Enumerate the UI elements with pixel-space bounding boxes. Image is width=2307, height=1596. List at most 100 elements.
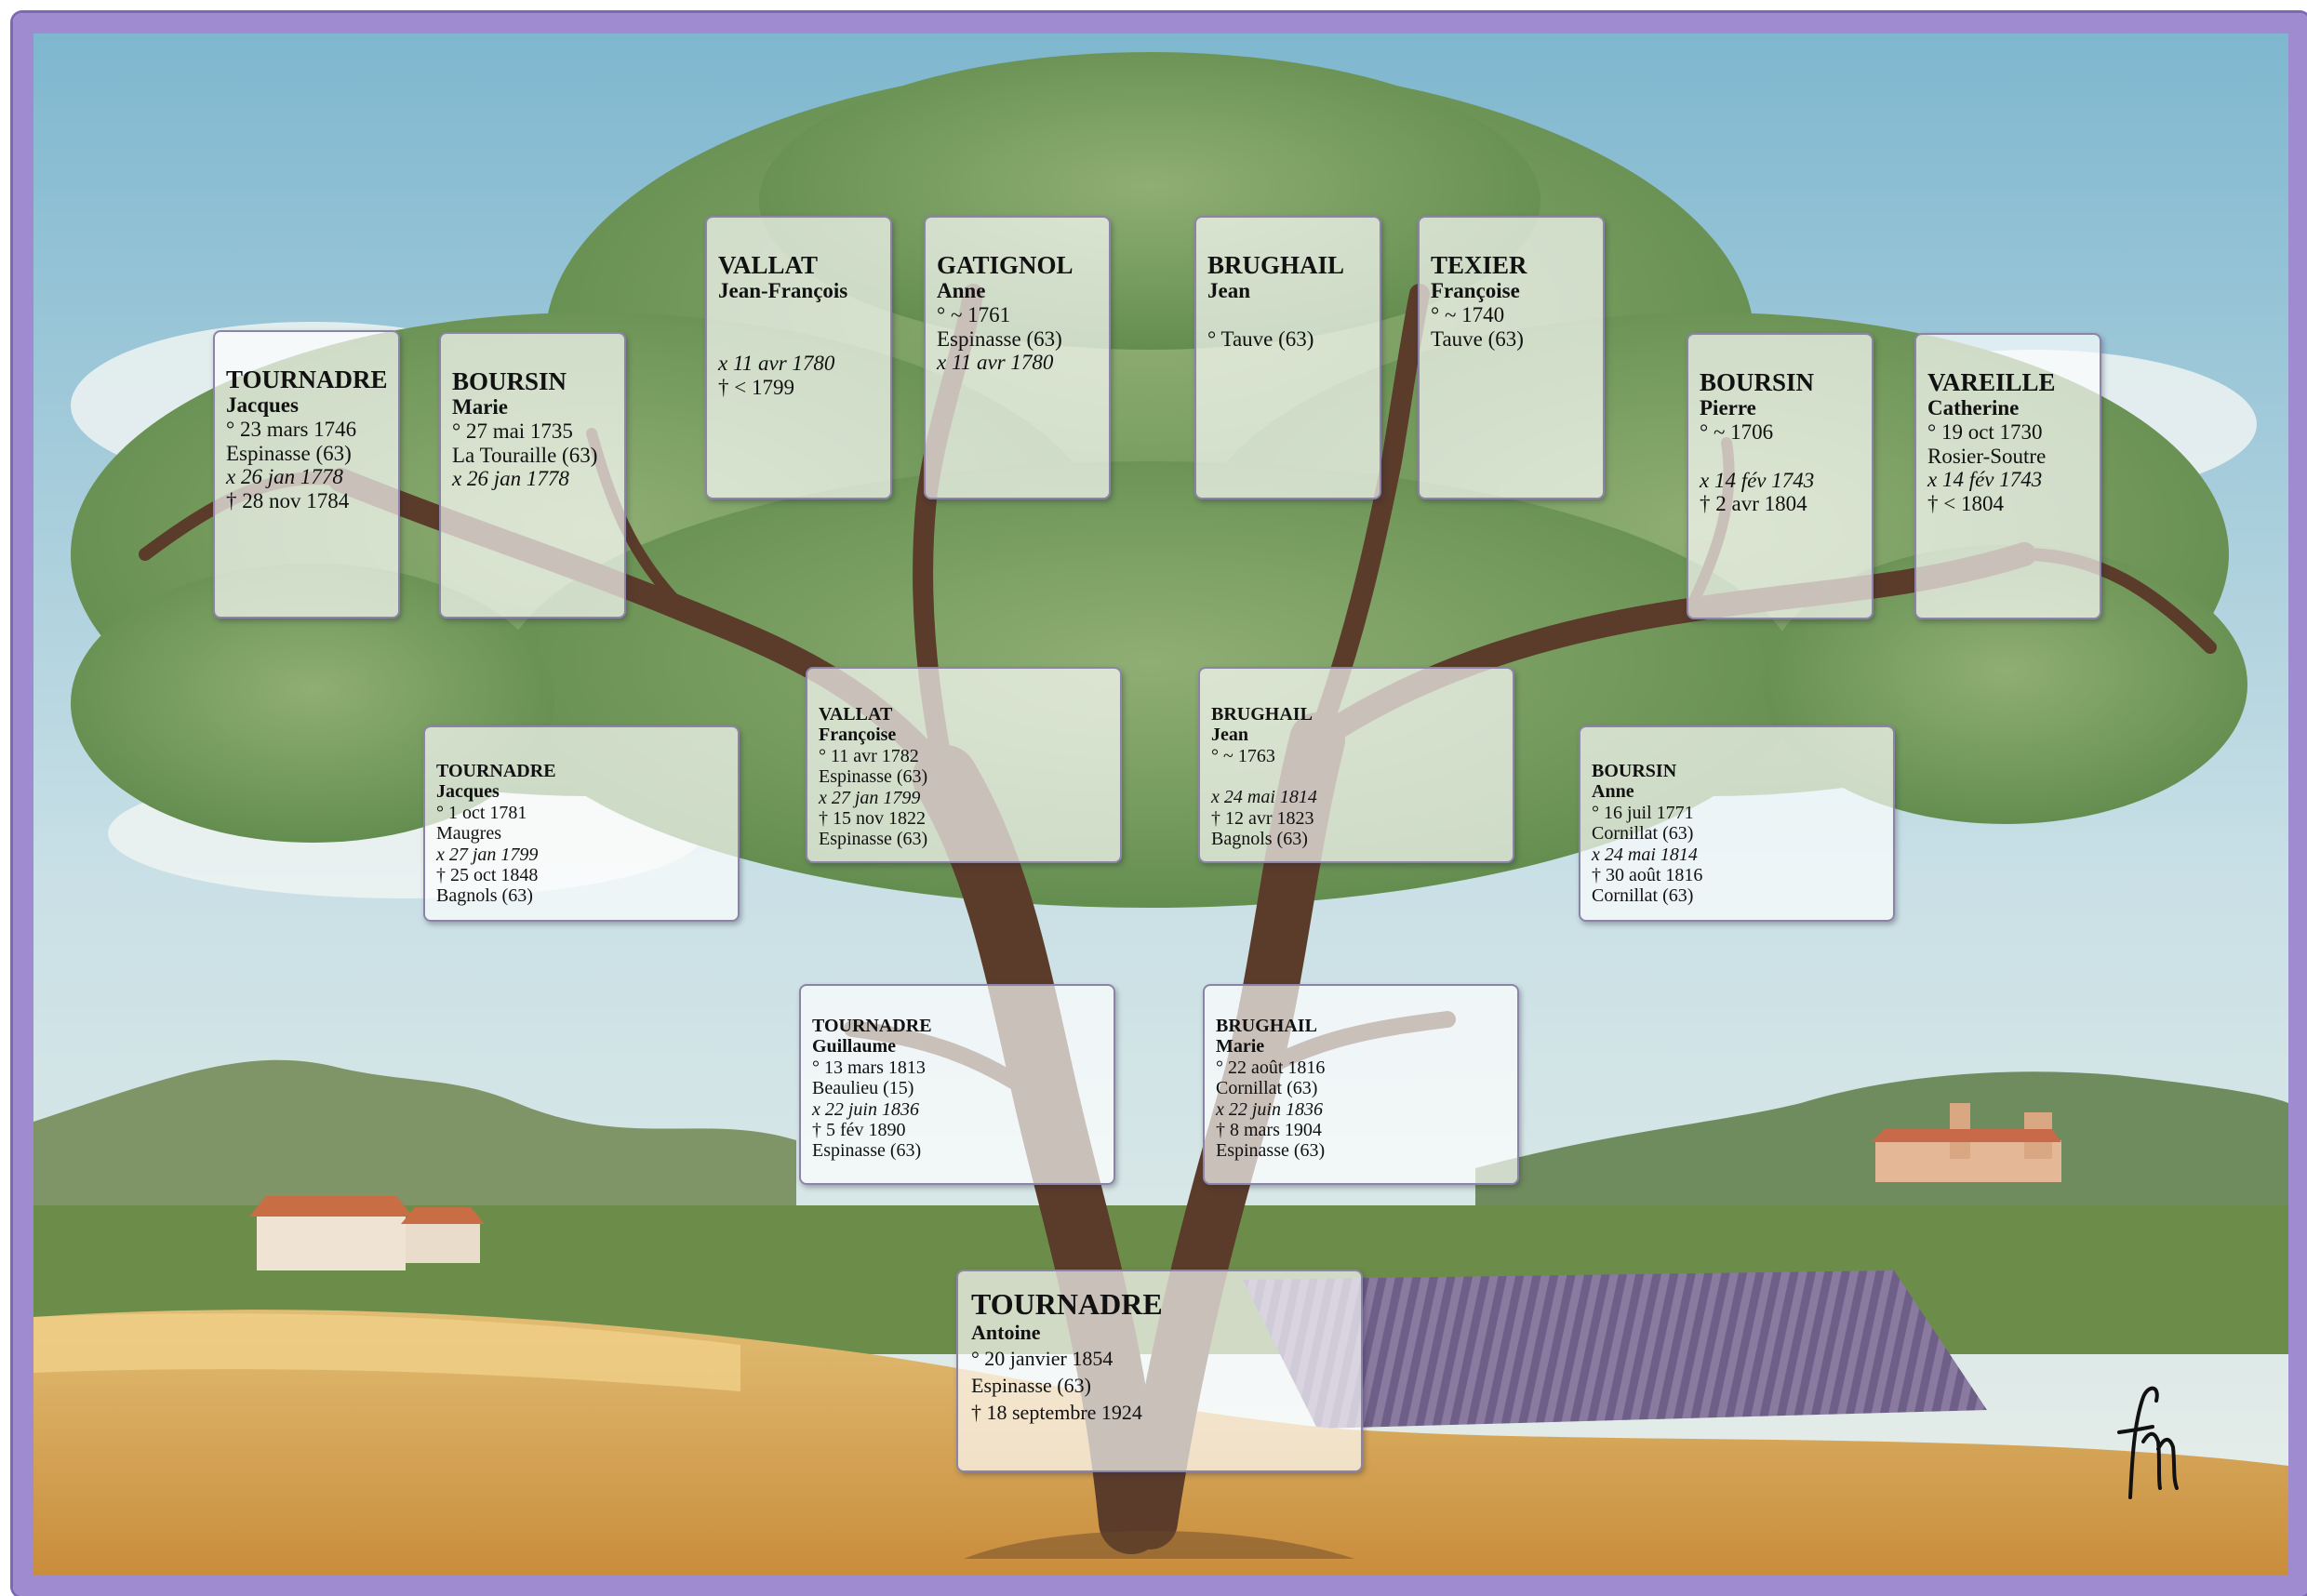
farmhouse [249,1196,485,1270]
detail-line: ° ~ 1740 [1431,302,1505,326]
given-name: Jean-François [718,279,848,303]
person-card-mmf[interactable]: BOURSIN Pierre ° ~ 1706 x 14 fév 1743 † … [1687,333,1874,619]
detail-line: ° 27 mai 1735 [452,419,573,443]
detail-line: Bagnols (63) [1211,828,1308,849]
person-card-mmm[interactable]: VAREILLE Catherine ° 19 oct 1730 Rosier-… [1914,333,2101,619]
surname: BOURSIN [452,367,567,395]
person-card-father[interactable]: TOURNADRE Guillaume ° 13 mars 1813 Beaul… [799,984,1115,1185]
detail-line: † 5 fév 1890 [812,1119,906,1140]
detail-line: Cornillat (63) [1216,1078,1318,1099]
detail-line: ° 13 mars 1813 [812,1057,926,1078]
detail-line: Rosier-Soutre [1927,444,2047,468]
detail-line: † 28 nov 1784 [226,489,350,513]
detail-line: ° Tauve (63) [1207,326,1314,351]
given-name: Marie [1216,1036,1265,1057]
person-card-root[interactable]: TOURNADRE Antoine ° 20 janvier 1854 Espi… [956,1270,1363,1472]
marriage-line: x 26 jan 1778 [226,465,343,489]
given-name: Anne [937,279,986,303]
given-name: Anne [1592,781,1634,803]
person-card-mfm[interactable]: TEXIER Françoise ° ~ 1740 Tauve (63) [1418,216,1605,499]
surname: BRUGHAIL [1216,1016,1317,1036]
surname: TOURNADRE [971,1287,1163,1321]
detail-line: † < 1799 [718,375,794,399]
marriage-line: x 24 mai 1814 [1592,844,1698,865]
surname: BOURSIN [1700,368,1815,396]
detail-line: † 30 août 1816 [1592,864,1703,885]
person-card-fmm[interactable]: GATIGNOL Anne ° ~ 1761 Espinasse (63) x … [924,216,1111,499]
surname: BRUGHAIL [1207,251,1345,279]
given-name: Françoise [1431,279,1520,303]
marriage-line: x 14 fév 1743 [1927,468,2043,492]
given-name: Jean [1211,725,1248,746]
person-card-mff[interactable]: BRUGHAIL Jean ° Tauve (63) [1194,216,1381,499]
person-card-ff[interactable]: TOURNADRE Jacques ° 1 oct 1781 Maugres x… [423,725,740,922]
detail-line: † 2 avr 1804 [1700,492,1807,516]
detail-line: ° 20 janvier 1854 [971,1347,1113,1371]
marriage-line: x 27 jan 1799 [436,844,539,865]
marriage-line: x 22 juin 1836 [1216,1098,1323,1120]
detail-line: Espinasse (63) [819,766,928,788]
detail-line: ° 19 oct 1730 [1927,419,2043,444]
marriage-line: x 14 fév 1743 [1700,468,1815,492]
surname: TOURNADRE [436,761,556,781]
detail-line: La Touraille (63) [452,443,598,467]
marriage-line: x 22 juin 1836 [812,1098,919,1120]
detail-line: Maugres [436,823,501,845]
given-name: Pierre [1700,396,1756,420]
surname: TOURNADRE [226,366,388,393]
detail-line: † 8 mars 1904 [1216,1119,1322,1140]
surname: VAREILLE [1927,368,2056,396]
detail-line: † 12 avr 1823 [1211,807,1314,829]
marriage-line: x 27 jan 1799 [819,787,921,808]
given-name: Jacques [226,393,299,418]
marriage-line: x 11 avr 1780 [718,351,835,375]
surname: VALLAT [718,251,819,279]
detail-line: Espinasse (63) [937,326,1062,351]
person-card-mm[interactable]: BOURSIN Anne ° 16 juil 1771 Cornillat (6… [1579,725,1895,922]
detail-line: Espinasse (63) [971,1374,1091,1398]
marriage-line: x 11 avr 1780 [937,351,1054,375]
person-card-mf[interactable]: BRUGHAIL Jean ° ~ 1763 x 24 mai 1814 † 1… [1198,667,1514,863]
detail-line: † 25 oct 1848 [436,864,539,885]
detail-line: Beaulieu (15) [812,1078,914,1099]
detail-line: ° 22 août 1816 [1216,1057,1326,1078]
artist-signature [2117,1386,2179,1499]
given-name: Marie [452,395,509,419]
detail-line: Cornillat (63) [1592,885,1694,907]
detail-line: Tauve (63) [1431,326,1524,351]
marriage-line: x 26 jan 1778 [452,467,569,491]
detail-line: ° ~ 1761 [937,302,1011,326]
given-name: Catherine [1927,396,2020,420]
surname: BRUGHAIL [1211,704,1313,725]
given-name: Jean [1207,279,1250,303]
given-name: Jacques [436,781,500,803]
detail-line: Espinasse (63) [819,829,928,850]
detail-line: Espinasse (63) [1216,1140,1326,1162]
person-card-fmf[interactable]: VALLAT Jean-François x 11 avr 1780 † < 1… [705,216,892,499]
detail-line: † 18 septembre 1924 [971,1400,1142,1424]
person-card-fm[interactable]: VALLAT Françoise ° 11 avr 1782 Espinasse… [806,667,1122,863]
given-name: Antoine [971,1320,1041,1344]
person-card-ffm[interactable]: BOURSIN Marie ° 27 mai 1735 La Touraille… [439,332,626,618]
surname: TOURNADRE [812,1016,932,1036]
given-name: Guillaume [812,1036,897,1057]
marriage-line: x 24 mai 1814 [1211,787,1317,808]
detail-line: ° 23 mars 1746 [226,417,357,441]
detail-line: Espinasse (63) [226,441,352,465]
person-card-mother[interactable]: BRUGHAIL Marie ° 22 août 1816 Cornillat … [1203,984,1519,1185]
person-card-fff[interactable]: TOURNADRE Jacques ° 23 mars 1746 Espinas… [213,330,400,618]
detail-line: ° 11 avr 1782 [819,745,919,766]
detail-line: ° ~ 1763 [1211,745,1275,766]
surname: BOURSIN [1592,761,1677,781]
detail-line: Cornillat (63) [1592,823,1694,845]
detail-line: ° 16 juil 1771 [1592,802,1694,823]
detail-line: Espinasse (63) [812,1140,922,1162]
detail-line: ° 1 oct 1781 [436,802,527,823]
surname: GATIGNOL [937,251,1073,279]
detail-line: ° ~ 1706 [1700,419,1774,444]
